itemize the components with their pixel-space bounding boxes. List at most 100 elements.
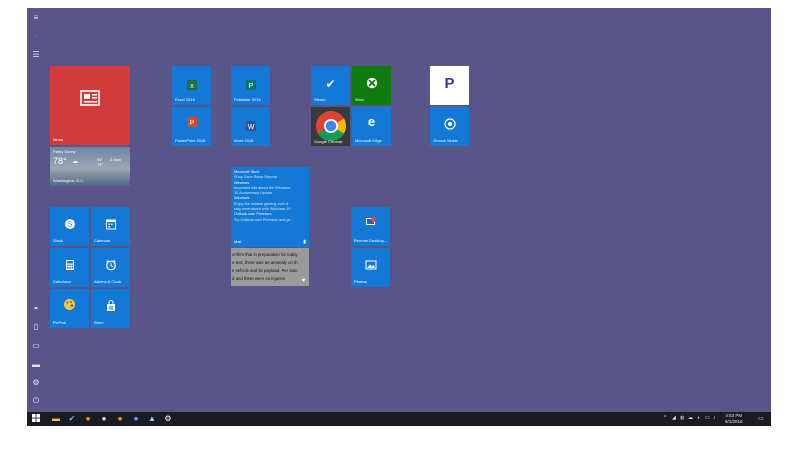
tile-word[interactable]: W Word 2016 (231, 107, 270, 146)
tile-label: PicPick (53, 320, 67, 326)
start-left-rail: ≡ · ☰ ◓ ▯ ▭ ▬ ⚙ ⏻ (27, 8, 45, 412)
tile-steam[interactable]: ✔ Steam (311, 66, 350, 105)
snippet-line: e vehicle and its payload. Per stan (232, 268, 298, 273)
tile-label: Calculator (53, 279, 72, 285)
clock-time: 4:53 PM (725, 413, 743, 418)
weather-wind: 2 Mph (110, 157, 122, 162)
document-icon[interactable]: ▯ (31, 322, 41, 332)
tile-label: Google Chrome (314, 139, 343, 145)
tile-xbox[interactable]: Xbox (352, 66, 391, 105)
tile-powerpoint[interactable]: P PowerPoint 2016 (172, 107, 211, 146)
file-explorer-icon[interactable]: ▬ (51, 414, 61, 424)
tile-label: Store (94, 320, 104, 326)
hamburger-icon[interactable]: ≡ (31, 13, 41, 23)
tile-label: Photos (354, 279, 367, 285)
powerpoint-icon: P (172, 115, 211, 133)
tile-pandora[interactable]: P (430, 66, 469, 105)
tile-calendar[interactable]: Calendar (91, 207, 130, 246)
snippet-line: onfirm that in preparation for today (232, 252, 298, 257)
weather-low: 74° (97, 162, 104, 167)
clock[interactable]: 4:53 PM 9/1/2016 (725, 413, 743, 424)
firefox-icon[interactable]: ● (83, 414, 93, 424)
tile-photos[interactable]: Photos (351, 248, 390, 287)
tile-paint[interactable]: PicPick (50, 289, 89, 328)
tray-cloud-icon[interactable]: ☁ (688, 415, 693, 421)
taskbar: ▬ ✔ ● ● ● ● ▲ ⚙ ^ ◢ ◍ ☁ ◖ ▭ ♪ 4:53 PM 9/… (27, 412, 771, 426)
photos-tile-icon (351, 258, 390, 276)
tile-calculator[interactable]: Calculator (50, 248, 89, 287)
tile-label: Groove Music (433, 138, 458, 144)
mail-preview: Microsoft Store Shop Save Relax Repeat Win… (234, 170, 306, 223)
tile-remote-desktop[interactable]: Remote Desktop... (351, 207, 390, 246)
heart-icon: ♥ (301, 278, 305, 284)
edge-icon: e (367, 114, 376, 129)
clock-date: 9/1/2016 (725, 418, 743, 424)
photos-icon[interactable]: ▭ (31, 341, 41, 351)
settings-icon[interactable]: ⚙ (31, 378, 41, 388)
user-icon[interactable]: ◓ (31, 304, 41, 314)
pandora-icon: P (444, 75, 455, 92)
alarm-clock-icon (91, 258, 130, 276)
tray-speaker-icon[interactable]: ♪ (713, 415, 716, 421)
tile-news-snippet[interactable]: onfirm that in preparation for today e te… (231, 248, 309, 286)
tile-edge[interactable]: e Microsoft Edge (352, 107, 391, 146)
tile-chrome[interactable]: Google Chrome (311, 107, 350, 146)
svg-text:x: x (190, 83, 194, 90)
monitor-icon[interactable]: ▬ (31, 360, 41, 370)
action-center-icon[interactable]: ▭ (758, 415, 764, 422)
weather-icon: ☁ (72, 159, 78, 165)
skype-taskbar-icon[interactable]: ▲ (147, 414, 157, 424)
groove-music-icon (430, 117, 469, 135)
steam-taskbar-icon[interactable]: ● (99, 414, 109, 424)
excel-icon: x (172, 78, 211, 96)
tile-label: Steam (314, 97, 326, 103)
xbox-icon (352, 76, 391, 94)
calendar-icon (91, 217, 130, 235)
chrome-taskbar-icon[interactable]: ● (115, 414, 125, 424)
svg-text:S: S (67, 222, 72, 229)
tile-label: Mail (234, 239, 242, 245)
calculator-icon (50, 258, 89, 276)
tile-label: PowerPoint 2016 (175, 138, 206, 144)
power-icon[interactable]: ⏻ (31, 396, 41, 406)
snippet-line: d and there were no injuries (232, 276, 286, 281)
tray-network-icon[interactable]: ◢ (672, 415, 676, 421)
tile-mail[interactable]: Microsoft Store Shop Save Relax Repeat Win… (231, 167, 309, 247)
mail-taskbar-icon[interactable]: ✔ (67, 414, 77, 424)
tile-weather[interactable]: Partly Sunny 78° ☁ 95° 74° 2 Mph Washing… (50, 147, 130, 186)
tray-chevron-icon[interactable]: ^ (664, 415, 666, 421)
tile-label: Calendar (94, 238, 111, 244)
news-snippet-text: onfirm that in preparation for today e te… (232, 251, 308, 283)
word-icon: W (231, 119, 270, 137)
tile-label: Excel 2016 (175, 97, 195, 103)
tile-publisher[interactable]: P Publisher 2016 (231, 66, 270, 105)
tile-news[interactable]: News (50, 66, 130, 145)
tile-groove[interactable]: Groove Music (430, 107, 469, 146)
tile-label: Slack (53, 238, 63, 244)
tray-app-icon[interactable]: ◍ (680, 415, 684, 421)
news-icon (50, 90, 130, 111)
start-icon[interactable] (31, 414, 41, 424)
tray-volume-icon[interactable]: ◖ (697, 415, 700, 421)
tile-alarms[interactable]: Alarms & Clock (91, 248, 130, 287)
store-bag-icon (91, 299, 130, 317)
tile-label: Publisher 2016 (234, 97, 261, 103)
tile-excel[interactable]: x Excel 2016 (172, 66, 211, 105)
paint-palette-icon (50, 298, 89, 316)
highlight-icon[interactable]: · (31, 32, 41, 42)
tray-monitor-icon[interactable]: ▭ (705, 415, 710, 421)
mail-line: Try Outlook.com Premium and ge... (234, 217, 294, 222)
snippet-line: e test, there was an anomaly on th (232, 260, 298, 265)
skype-icon: S (50, 217, 89, 235)
steam-icon: ✔ (325, 77, 336, 91)
weather-temp: 78° (53, 156, 67, 166)
svg-text:W: W (247, 124, 254, 131)
settings-taskbar-icon[interactable]: ⚙ (163, 414, 173, 424)
publisher-icon: P (231, 78, 270, 96)
app-taskbar-icon[interactable]: ● (131, 414, 141, 424)
start-menu-screen: ≡ · ☰ ◓ ▯ ▭ ▬ ⚙ ⏻ News Partly Sunny 78° … (27, 8, 771, 426)
list-icon[interactable]: ☰ (31, 50, 41, 60)
tile-label: News (53, 137, 64, 143)
tile-store[interactable]: Store (91, 289, 130, 328)
tile-skype[interactable]: S Slack (50, 207, 89, 246)
